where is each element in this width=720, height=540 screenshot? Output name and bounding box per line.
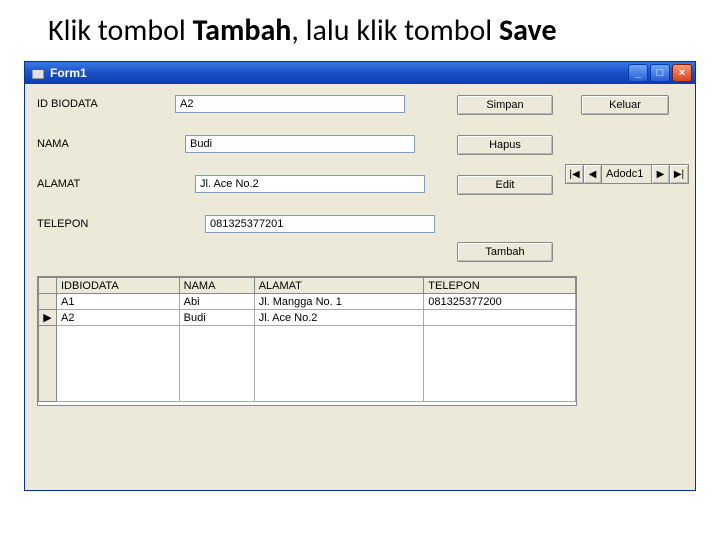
minimize-button[interactable]: _ xyxy=(628,64,648,82)
slide-title-part2: , lalu klik tombol xyxy=(291,12,499,49)
tambah-button[interactable]: Tambah xyxy=(457,242,553,262)
window-title: Form1 xyxy=(50,66,87,80)
form-window: Form1 _ □ × ID BIODATA NAMA ALAMAT TELEP… xyxy=(24,61,696,491)
form-client-area: ID BIODATA NAMA ALAMAT TELEPON A2 Budi J… xyxy=(25,84,695,490)
nav-next-icon: ▶ xyxy=(657,169,665,180)
close-icon: × xyxy=(679,67,685,79)
grid-header-alamat[interactable]: ALAMAT xyxy=(254,278,424,294)
cell-idbiodata[interactable]: A2 xyxy=(57,310,180,326)
slide-title-part1: Klik tombol xyxy=(48,12,193,49)
cell-idbiodata[interactable]: A1 xyxy=(57,294,180,310)
adodc-nav: |◀ ◀ Adodc1 ▶ ▶| xyxy=(565,164,689,184)
maximize-icon: □ xyxy=(657,67,664,79)
grid-corner xyxy=(39,278,57,294)
adodc-label: Adodc1 xyxy=(602,165,652,183)
slide-title-bold1: Tambah xyxy=(193,12,292,49)
grid-empty-area xyxy=(39,326,576,402)
nav-first-icon: |◀ xyxy=(569,169,579,180)
alamat-input[interactable]: Jl. Ace No.2 xyxy=(195,175,425,193)
keluar-button[interactable]: Keluar xyxy=(581,95,669,115)
hapus-button[interactable]: Hapus xyxy=(457,135,553,155)
nav-prev-icon: ◀ xyxy=(589,169,597,180)
nav-next-button[interactable]: ▶ xyxy=(652,165,670,183)
nama-input[interactable]: Budi xyxy=(185,135,415,153)
cell-nama[interactable]: Budi xyxy=(179,310,254,326)
slide-title-bold2: Save xyxy=(499,12,557,49)
telepon-input[interactable]: 081325377201 xyxy=(205,215,435,233)
cell-telepon[interactable] xyxy=(424,310,576,326)
grid-header-row: IDBIODATA NAMA ALAMAT TELEPON xyxy=(39,278,576,294)
label-telepon: TELEPON xyxy=(37,218,88,230)
form-icon xyxy=(31,66,45,80)
grid-header-telepon[interactable]: TELEPON xyxy=(424,278,576,294)
cell-alamat[interactable]: Jl. Ace No.2 xyxy=(254,310,424,326)
maximize-button[interactable]: □ xyxy=(650,64,670,82)
label-id-biodata: ID BIODATA xyxy=(37,98,98,110)
label-alamat: ALAMAT xyxy=(37,178,80,190)
cell-nama[interactable]: Abi xyxy=(179,294,254,310)
cell-alamat[interactable]: Jl. Mangga No. 1 xyxy=(254,294,424,310)
data-grid[interactable]: IDBIODATA NAMA ALAMAT TELEPON A1 Abi Jl.… xyxy=(37,276,577,406)
nav-last-button[interactable]: ▶| xyxy=(670,165,688,183)
simpan-button[interactable]: Simpan xyxy=(457,95,553,115)
nav-last-icon: ▶| xyxy=(674,169,684,180)
edit-button[interactable]: Edit xyxy=(457,175,553,195)
cell-telepon[interactable]: 081325377200 xyxy=(424,294,576,310)
minimize-icon: _ xyxy=(635,67,641,79)
table-row[interactable]: A1 Abi Jl. Mangga No. 1 081325377200 xyxy=(39,294,576,310)
label-nama: NAMA xyxy=(37,138,69,150)
close-button[interactable]: × xyxy=(672,64,692,82)
nav-first-button[interactable]: |◀ xyxy=(566,165,584,183)
grid-header-nama[interactable]: NAMA xyxy=(179,278,254,294)
table-row[interactable]: ▶ A2 Budi Jl. Ace No.2 xyxy=(39,310,576,326)
row-marker: ▶ xyxy=(39,310,57,326)
row-marker xyxy=(39,294,57,310)
slide-title: Klik tombol Tambah, lalu klik tombol Sav… xyxy=(0,0,720,57)
nav-prev-button[interactable]: ◀ xyxy=(584,165,602,183)
grid-header-idbiodata[interactable]: IDBIODATA xyxy=(57,278,180,294)
id-biodata-input[interactable]: A2 xyxy=(175,95,405,113)
titlebar[interactable]: Form1 _ □ × xyxy=(25,62,695,84)
